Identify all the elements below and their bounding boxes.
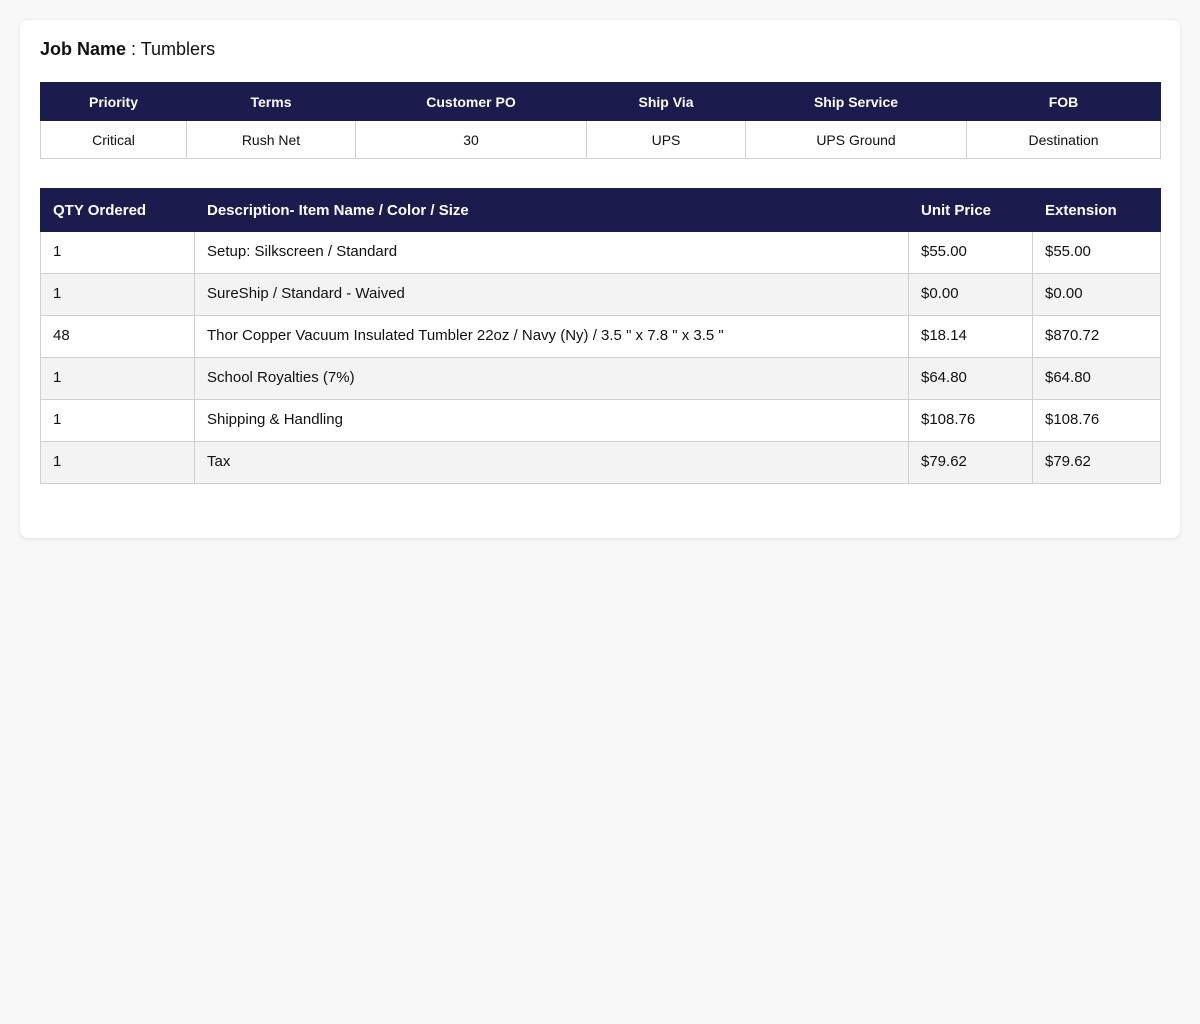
order-card: Job Name : Tumblers Priority Terms Custo… bbox=[20, 20, 1180, 538]
job-name-line: Job Name : Tumblers bbox=[40, 38, 215, 60]
job-name-value: Tumblers bbox=[140, 39, 216, 59]
description-cell: Thor Copper Vacuum Insulated Tumbler 22o… bbox=[194, 315, 909, 358]
customer-po-header: Customer PO bbox=[355, 82, 587, 121]
terms-value: Rush Net bbox=[186, 120, 356, 159]
line-items-table: QTY Ordered Description- Item Name / Col… bbox=[40, 188, 1161, 484]
unit-price-cell: $108.76 bbox=[908, 399, 1033, 442]
extension-cell: $64.80 bbox=[1032, 357, 1161, 400]
unit-price-cell: $64.80 bbox=[908, 357, 1033, 400]
unit-price-cell: $0.00 bbox=[908, 273, 1033, 316]
unit-price-cell: $55.00 bbox=[908, 231, 1033, 274]
qty-cell: 1 bbox=[40, 357, 195, 400]
ship-service-header: Ship Service bbox=[745, 82, 967, 121]
fob-header: FOB bbox=[966, 82, 1161, 121]
description-cell: Setup: Silkscreen / Standard bbox=[194, 231, 909, 274]
description-cell: Shipping & Handling bbox=[194, 399, 909, 442]
extension-cell: $870.72 bbox=[1032, 315, 1161, 358]
customer-po-value: 30 bbox=[355, 120, 587, 159]
qty-cell: 1 bbox=[40, 273, 195, 316]
table-row: 1 Tax $79.62 $79.62 bbox=[40, 441, 1161, 484]
extension-cell: $108.76 bbox=[1032, 399, 1161, 442]
table-row: 1 Shipping & Handling $108.76 $108.76 bbox=[40, 399, 1161, 442]
priority-value: Critical bbox=[40, 120, 187, 159]
job-name-separator: : bbox=[126, 39, 141, 59]
order-meta-header-row: Priority Terms Customer PO Ship Via Ship… bbox=[40, 82, 1161, 121]
qty-ordered-header: QTY Ordered bbox=[40, 188, 195, 232]
qty-cell: 1 bbox=[40, 399, 195, 442]
order-meta-table: Priority Terms Customer PO Ship Via Ship… bbox=[40, 82, 1161, 159]
extension-cell: $79.62 bbox=[1032, 441, 1161, 484]
description-cell: Tax bbox=[194, 441, 909, 484]
job-name-label: Job Name bbox=[40, 39, 127, 59]
fob-value: Destination bbox=[966, 120, 1161, 159]
extension-header: Extension bbox=[1032, 188, 1161, 232]
priority-header: Priority bbox=[40, 82, 187, 121]
qty-cell: 48 bbox=[40, 315, 195, 358]
extension-cell: $55.00 bbox=[1032, 231, 1161, 274]
unit-price-header: Unit Price bbox=[908, 188, 1033, 232]
extension-cell: $0.00 bbox=[1032, 273, 1161, 316]
ship-service-value: UPS Ground bbox=[745, 120, 967, 159]
description-header: Description- Item Name / Color / Size bbox=[194, 188, 909, 232]
description-cell: School Royalties (7%) bbox=[194, 357, 909, 400]
description-cell: SureShip / Standard - Waived bbox=[194, 273, 909, 316]
terms-header: Terms bbox=[186, 82, 356, 121]
table-row: 1 SureShip / Standard - Waived $0.00 $0.… bbox=[40, 273, 1161, 316]
unit-price-cell: $18.14 bbox=[908, 315, 1033, 358]
order-meta-value-row: Critical Rush Net 30 UPS UPS Ground Dest… bbox=[40, 120, 1161, 159]
table-row: 48 Thor Copper Vacuum Insulated Tumbler … bbox=[40, 315, 1161, 358]
ship-via-header: Ship Via bbox=[586, 82, 746, 121]
qty-cell: 1 bbox=[40, 441, 195, 484]
unit-price-cell: $79.62 bbox=[908, 441, 1033, 484]
ship-via-value: UPS bbox=[586, 120, 746, 159]
table-row: 1 Setup: Silkscreen / Standard $55.00 $5… bbox=[40, 231, 1161, 274]
qty-cell: 1 bbox=[40, 231, 195, 274]
line-items-header-row: QTY Ordered Description- Item Name / Col… bbox=[40, 188, 1161, 232]
table-row: 1 School Royalties (7%) $64.80 $64.80 bbox=[40, 357, 1161, 400]
